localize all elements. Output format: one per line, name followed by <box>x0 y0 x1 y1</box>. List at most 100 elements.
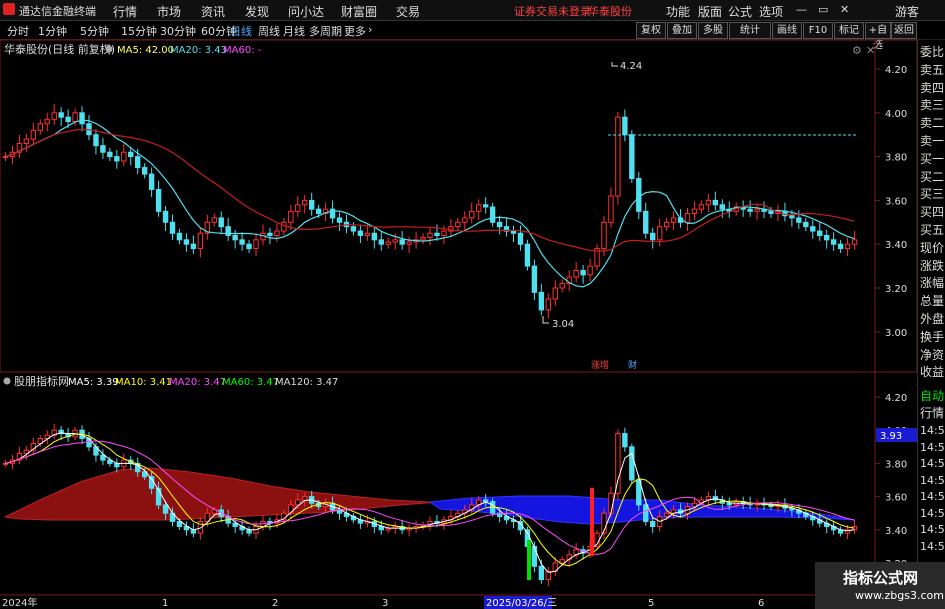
main-candle-body <box>538 291 545 311</box>
rp-item[interactable]: 涨幅 <box>920 274 944 291</box>
ma20-line <box>5 119 855 288</box>
main-candle-body <box>23 138 30 144</box>
sub-y-label: 4.20 <box>885 393 907 404</box>
main-candle-body <box>218 217 224 228</box>
sub-indicator-toggle-icon[interactable] <box>3 377 11 385</box>
main-candle-body <box>288 210 294 223</box>
main-y-label: 3.60 <box>885 196 907 207</box>
rp-item[interactable]: 买一 <box>920 150 944 167</box>
main-y-label: 3.20 <box>885 284 907 295</box>
main-candle-body <box>357 230 364 236</box>
main-ind-ma60: MA60: - <box>223 45 262 56</box>
rp-item[interactable]: 总量 <box>920 292 944 309</box>
rp-item[interactable]: 卖二 <box>920 114 944 131</box>
rp-item[interactable]: 买四 <box>920 203 944 220</box>
rp-auto[interactable]: 自动 <box>920 387 944 404</box>
rp-item[interactable]: 卖四 <box>920 79 944 96</box>
sub-candle-body <box>608 492 614 514</box>
main-candle-body <box>705 199 712 206</box>
main-candle-body <box>489 206 496 223</box>
main-candle-body <box>476 204 482 212</box>
sub-candle-body <box>691 502 698 508</box>
kline-charts[interactable]: 4.204.003.803.603.403.203.00 4.204.003.8… <box>0 0 945 609</box>
main-candle-body <box>190 243 197 250</box>
main-ind-ma5: MA5: 42.00 <box>117 45 174 56</box>
rp-item[interactable]: 收益 <box>920 363 944 380</box>
high-label: 4.24 <box>620 61 642 72</box>
main-candle-body <box>844 243 851 250</box>
main-candle-body <box>274 230 280 236</box>
watermark-url: www.zbgs3.com <box>855 589 944 602</box>
rp-item[interactable]: 净资 <box>920 346 944 363</box>
main-candle-body <box>608 195 614 223</box>
main-candle-body <box>768 210 774 215</box>
rp-time: 14:56 <box>920 490 945 503</box>
sub-candle-body <box>482 499 489 503</box>
main-candle-body <box>587 265 593 276</box>
indicator-toggle-icon[interactable] <box>105 45 113 53</box>
main-candle-body <box>308 199 315 210</box>
main-candle-body <box>656 226 663 241</box>
rp-item[interactable]: 买三 <box>920 185 944 202</box>
rp-time: 14:56 <box>920 424 945 437</box>
sub-candle-body <box>2 462 9 465</box>
sub-ind-ma60: MA60: 3.47 <box>222 377 279 388</box>
main-candle-body <box>232 234 238 241</box>
main-candle-body <box>482 204 489 208</box>
main-candle-body <box>267 232 273 236</box>
main-candle-body <box>796 217 802 223</box>
x-label-jun: 6 <box>758 598 764 609</box>
main-candle-body <box>371 232 378 241</box>
main-candle-body <box>302 199 308 206</box>
close-chart-icon[interactable]: ✕ <box>866 44 875 57</box>
main-candle-body <box>315 208 322 215</box>
current-price-label: 3.93 <box>880 431 902 442</box>
rp-item[interactable]: 买五 <box>920 221 944 238</box>
main-candle-body <box>496 221 503 228</box>
event-label-increase[interactable]: 涨增 <box>591 359 609 371</box>
main-candle-body <box>148 173 155 190</box>
main-candle-body <box>754 208 760 212</box>
gear-icon[interactable]: ⚙ <box>852 44 862 57</box>
rp-item[interactable]: 换手 <box>920 328 944 345</box>
high-label-leader <box>611 62 618 67</box>
main-candle-body <box>100 145 106 153</box>
rp-item[interactable]: 委比 <box>920 43 944 60</box>
main-candle-body <box>253 239 259 250</box>
main-candle-body <box>803 221 809 228</box>
buy-signal-bar <box>527 540 531 580</box>
main-candle-body <box>30 129 37 140</box>
sub-y-label: 3.80 <box>885 459 907 470</box>
rp-item[interactable]: 外盘 <box>920 310 944 327</box>
x-label-jan: 1 <box>162 598 168 609</box>
main-candle-body <box>197 232 204 250</box>
main-candle-body <box>114 156 120 162</box>
main-candle-body <box>364 232 371 236</box>
rp-quote[interactable]: 行情 <box>920 404 944 421</box>
sub-candle-body <box>378 525 384 531</box>
rp-time: 14:56 <box>920 473 945 487</box>
rp-item[interactable]: 买二 <box>920 168 944 185</box>
event-label-finance[interactable]: 财 <box>628 359 637 371</box>
main-candle-body <box>176 232 183 241</box>
main-candle-body <box>420 237 426 241</box>
main-candle-body <box>615 116 621 197</box>
main-candle-body <box>211 217 217 223</box>
main-candle-body <box>830 239 837 245</box>
x-axis: 2024年 1 2 3 2025/03/26/三 5 6 <box>2 596 764 609</box>
main-candle-body <box>225 226 231 236</box>
rp-item[interactable]: 现价 <box>920 239 944 256</box>
main-candle-body <box>670 217 677 223</box>
sub-candle-body <box>531 545 538 567</box>
low-label: 3.04 <box>552 319 574 330</box>
rp-item[interactable]: 卖三 <box>920 96 944 113</box>
main-candle-body <box>510 230 517 234</box>
main-y-label: 3.80 <box>885 153 907 164</box>
sub-candle-body <box>622 433 628 448</box>
rp-item[interactable]: 卖五 <box>920 61 944 78</box>
sub-candle-body <box>538 565 545 581</box>
main-y-label: 4.00 <box>885 109 907 120</box>
rp-item[interactable]: 卖一 <box>920 132 944 149</box>
x-label-feb: 2 <box>272 598 278 609</box>
rp-item[interactable]: 涨跌 <box>920 257 944 274</box>
